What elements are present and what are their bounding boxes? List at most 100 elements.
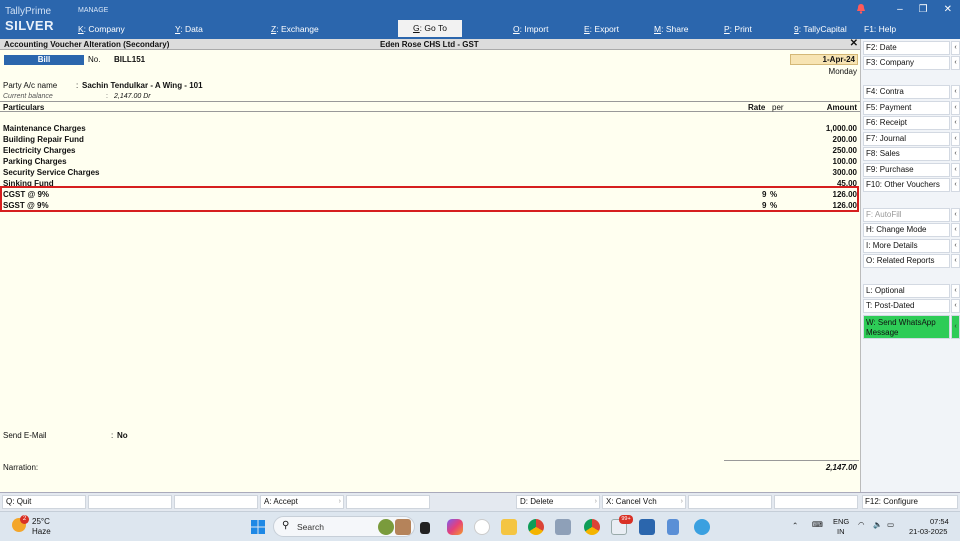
notepad-icon[interactable] (667, 519, 679, 535)
chevron-left-icon[interactable]: ‹ (951, 56, 960, 70)
tally-icon[interactable] (639, 519, 655, 535)
menu-company[interactable]: K: Company (78, 24, 125, 34)
company-button[interactable]: F3: Company (863, 56, 950, 70)
close-window-icon[interactable]: ✕ (944, 4, 952, 15)
chevron-left-icon[interactable]: ‹ (951, 223, 960, 237)
entry-name: Security Service Charges (3, 168, 100, 177)
table-row[interactable]: Parking Charges 100.00 (0, 157, 860, 168)
accept-button[interactable]: A: Accept › (260, 495, 344, 509)
related-reports-button[interactable]: O: Related Reports (863, 254, 950, 268)
header-per: per (772, 103, 784, 112)
balance-colon: : (106, 93, 108, 100)
optional-button[interactable]: L: Optional (863, 284, 950, 298)
menu-exchange[interactable]: Z: Exchange (271, 24, 319, 34)
other-vouchers-button[interactable]: F10: Other Vouchers (863, 178, 950, 192)
entries-header: Particulars Rate per Amount (0, 101, 860, 112)
company-name: Eden Rose CHS Ltd - GST (380, 40, 479, 49)
table-row[interactable]: Maintenance Charges 1,000.00 (0, 124, 860, 135)
widget-image-icon[interactable] (395, 519, 411, 535)
chevron-left-icon[interactable]: ‹ (951, 85, 960, 99)
battery-icon[interactable]: ▭ (887, 520, 894, 529)
menu-goto[interactable]: G: Go To (398, 20, 462, 37)
purchase-button[interactable]: F9: Purchase (863, 163, 950, 177)
menu-tallycapital[interactable]: 9: TallyCapital (794, 24, 847, 34)
close-icon[interactable]: ✕ (850, 38, 858, 49)
chevron-left-icon[interactable]: ‹ (951, 147, 960, 161)
autofill-button: F: AutoFill (863, 208, 950, 222)
entry-amount: 1,000.00 (825, 124, 857, 133)
chevron-left-icon[interactable]: ‹ (951, 284, 960, 298)
clock-time[interactable]: 07:54 (930, 517, 949, 526)
chevron-left-icon[interactable]: ‹ (951, 299, 960, 313)
entry-amount: 300.00 (832, 168, 857, 177)
send-email-colon: : (111, 431, 114, 440)
date-button[interactable]: F2: Date (863, 41, 950, 55)
post-dated-button[interactable]: T: Post-Dated (863, 299, 950, 313)
app-icon[interactable] (694, 519, 710, 535)
receipt-button[interactable]: F6: Receipt (863, 116, 950, 130)
journal-button[interactable]: F7: Journal (863, 132, 950, 146)
table-row[interactable]: Security Service Charges 300.00 (0, 168, 860, 179)
task-view-icon[interactable] (420, 522, 430, 534)
chevron-left-icon[interactable]: ‹ (951, 163, 960, 177)
wifi-icon[interactable]: ◠ (858, 520, 865, 529)
empty-command-slot (88, 495, 172, 509)
menu-print[interactable]: P: Print (724, 24, 752, 34)
menu-data[interactable]: Y: Data (175, 24, 203, 34)
chevron-left-icon[interactable]: ‹ (951, 178, 960, 192)
send-whatsapp-button[interactable]: W: Send WhatsApp Message (863, 315, 950, 339)
language-line1[interactable]: ENG (833, 517, 849, 526)
brand-edition: SILVER (5, 18, 54, 33)
quit-button[interactable]: Q: Quit (2, 495, 86, 509)
menu-help[interactable]: F1: Help (864, 24, 896, 34)
empty-command-slot (346, 495, 430, 509)
header-rate: Rate (748, 103, 766, 112)
chrome-icon[interactable] (528, 519, 544, 535)
party-account-field[interactable]: Sachin Tendulkar - A Wing - 101 (82, 81, 203, 90)
menu-export[interactable]: E: Export (584, 24, 619, 34)
entry-amount: 200.00 (832, 135, 857, 144)
voucher-no-field[interactable]: BILL151 (114, 55, 145, 64)
windows-start-icon[interactable] (250, 519, 266, 535)
clock-date: 21-03-2025 (909, 527, 948, 536)
more-details-button[interactable]: I: More Details (863, 239, 950, 253)
chevron-left-icon[interactable]: ‹ (951, 41, 960, 55)
menu-import[interactable]: O: Import (513, 24, 548, 34)
maximize-icon[interactable]: ❐ (919, 4, 928, 15)
sales-button[interactable]: F8: Sales (863, 147, 950, 161)
configure-button[interactable]: F12: Configure (862, 495, 958, 509)
send-email-label: Send E-Mail (3, 431, 47, 440)
delete-button[interactable]: D: Delete › (516, 495, 600, 509)
voucher-date-field[interactable]: 1-Apr-24 (790, 54, 858, 65)
table-row[interactable]: Electricity Charges 250.00 (0, 146, 860, 157)
chevron-left-icon[interactable]: ‹ (951, 132, 960, 146)
volume-icon[interactable]: 🔈 (873, 520, 882, 529)
chevron-left-icon[interactable]: ‹ (951, 315, 960, 339)
copilot-icon[interactable] (447, 519, 463, 535)
menu-share[interactable]: M: Share (654, 24, 689, 34)
file-explorer-icon[interactable] (501, 519, 517, 535)
table-row[interactable]: Building Repair Fund 200.00 (0, 135, 860, 146)
search-icon: ⚲ (282, 520, 290, 531)
minimize-icon[interactable]: – (897, 4, 903, 15)
payment-button[interactable]: F5: Payment (863, 101, 950, 115)
send-email-field[interactable]: No (117, 431, 128, 440)
entry-amount: 250.00 (832, 146, 857, 155)
chevron-left-icon[interactable]: ‹ (951, 254, 960, 268)
change-mode-button[interactable]: H: Change Mode (863, 223, 950, 237)
contra-button[interactable]: F4: Contra (863, 85, 950, 99)
chevron-left-icon[interactable]: ‹ (951, 101, 960, 115)
brand-name: TallyPrime (5, 6, 52, 17)
chevron-up-icon[interactable]: ⌃ (792, 521, 798, 530)
chevron-left-icon[interactable]: ‹ (951, 116, 960, 130)
entry-name: Electricity Charges (3, 146, 76, 155)
cancel-voucher-button[interactable]: X: Cancel Vch › (602, 495, 686, 509)
app-icon[interactable] (474, 519, 490, 535)
voucher-title-bar: Accounting Voucher Alteration (Secondary… (0, 38, 860, 50)
keyboard-icon[interactable]: ⌨ (812, 520, 823, 529)
chrome-profile-icon[interactable] (584, 519, 600, 535)
widget-tree-icon[interactable] (378, 519, 394, 535)
notification-bell-icon[interactable] (856, 3, 866, 17)
chevron-left-icon[interactable]: ‹ (951, 239, 960, 253)
app-icon[interactable] (555, 519, 571, 535)
